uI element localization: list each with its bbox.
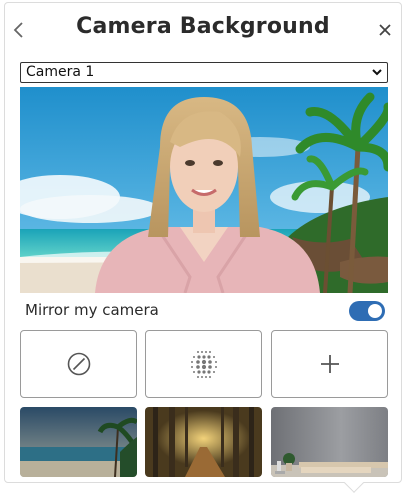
blur-background-button[interactable] — [145, 330, 262, 398]
header: Camera Background — [0, 0, 406, 58]
mirror-camera-toggle[interactable] — [349, 301, 385, 321]
camera-preview — [20, 87, 388, 293]
forest-background-thumbnail[interactable] — [145, 407, 262, 477]
plus-icon — [320, 355, 339, 373]
camera-preview-image — [20, 87, 388, 293]
camera-select-value: Camera 1 — [26, 64, 95, 80]
toggle-knob — [368, 304, 382, 318]
camera-select[interactable]: Camera 1 — [20, 62, 388, 83]
beach-thumbnail-image — [20, 407, 137, 477]
room-thumbnail-image — [271, 407, 388, 477]
chevron-down-icon — [372, 69, 382, 76]
no-background-button[interactable] — [20, 330, 137, 398]
blur-icon — [190, 351, 217, 378]
mirror-camera-row: Mirror my camera — [20, 300, 388, 322]
no-background-icon — [67, 352, 90, 376]
back-button[interactable] — [8, 18, 30, 42]
room-background-thumbnail[interactable] — [271, 407, 388, 477]
forest-thumbnail-image — [145, 407, 262, 477]
page-title: Camera Background — [76, 14, 330, 39]
mirror-camera-label: Mirror my camera — [25, 301, 159, 319]
add-background-button[interactable] — [271, 330, 388, 398]
close-button[interactable] — [374, 18, 396, 42]
chevron-left-icon — [13, 22, 23, 38]
beach-background-thumbnail[interactable] — [20, 407, 137, 477]
close-icon — [379, 24, 391, 36]
